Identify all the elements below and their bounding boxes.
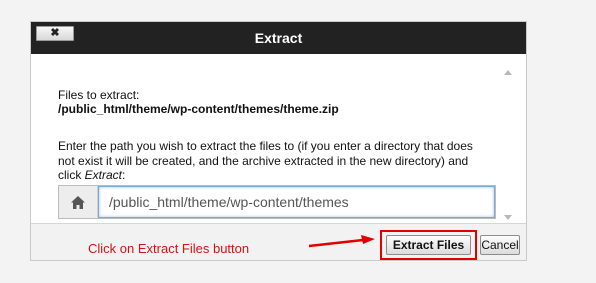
scroll-down-icon[interactable] <box>504 215 512 220</box>
dialog-title: Extract <box>254 30 303 46</box>
files-to-extract-label: Files to extract: <box>58 88 140 102</box>
dialog-titlebar: Extract ✖ <box>31 22 526 54</box>
instructions-text: Enter the path you wish to extract the f… <box>58 139 478 183</box>
home-icon <box>71 195 85 209</box>
arrow-right-icon <box>309 235 375 248</box>
close-icon: ✖ <box>50 27 60 39</box>
extract-dialog: Extract ✖ Files to extract: /public_html… <box>30 21 527 261</box>
extract-path-group <box>58 185 496 219</box>
extract-path-input[interactable] <box>98 186 495 218</box>
archive-path: /public_html/theme/wp-content/themes/the… <box>58 102 339 116</box>
extract-button-highlight: Extract Files <box>380 230 477 260</box>
dialog-body: Files to extract: /public_html/theme/wp-… <box>31 54 526 224</box>
cancel-button[interactable]: Cancel <box>480 235 520 255</box>
extract-files-button[interactable]: Extract Files <box>386 235 471 255</box>
dialog-footer: Click on Extract Files button Extract Fi… <box>31 224 526 260</box>
close-button[interactable]: ✖ <box>36 26 74 41</box>
scroll-up-icon[interactable] <box>504 70 512 75</box>
hint-annotation: Click on Extract Files button <box>88 241 250 256</box>
instructions-suffix: : <box>122 168 126 182</box>
instructions-action: Extract <box>84 168 123 182</box>
scrollbar[interactable] <box>502 62 514 222</box>
home-button[interactable] <box>59 186 98 218</box>
